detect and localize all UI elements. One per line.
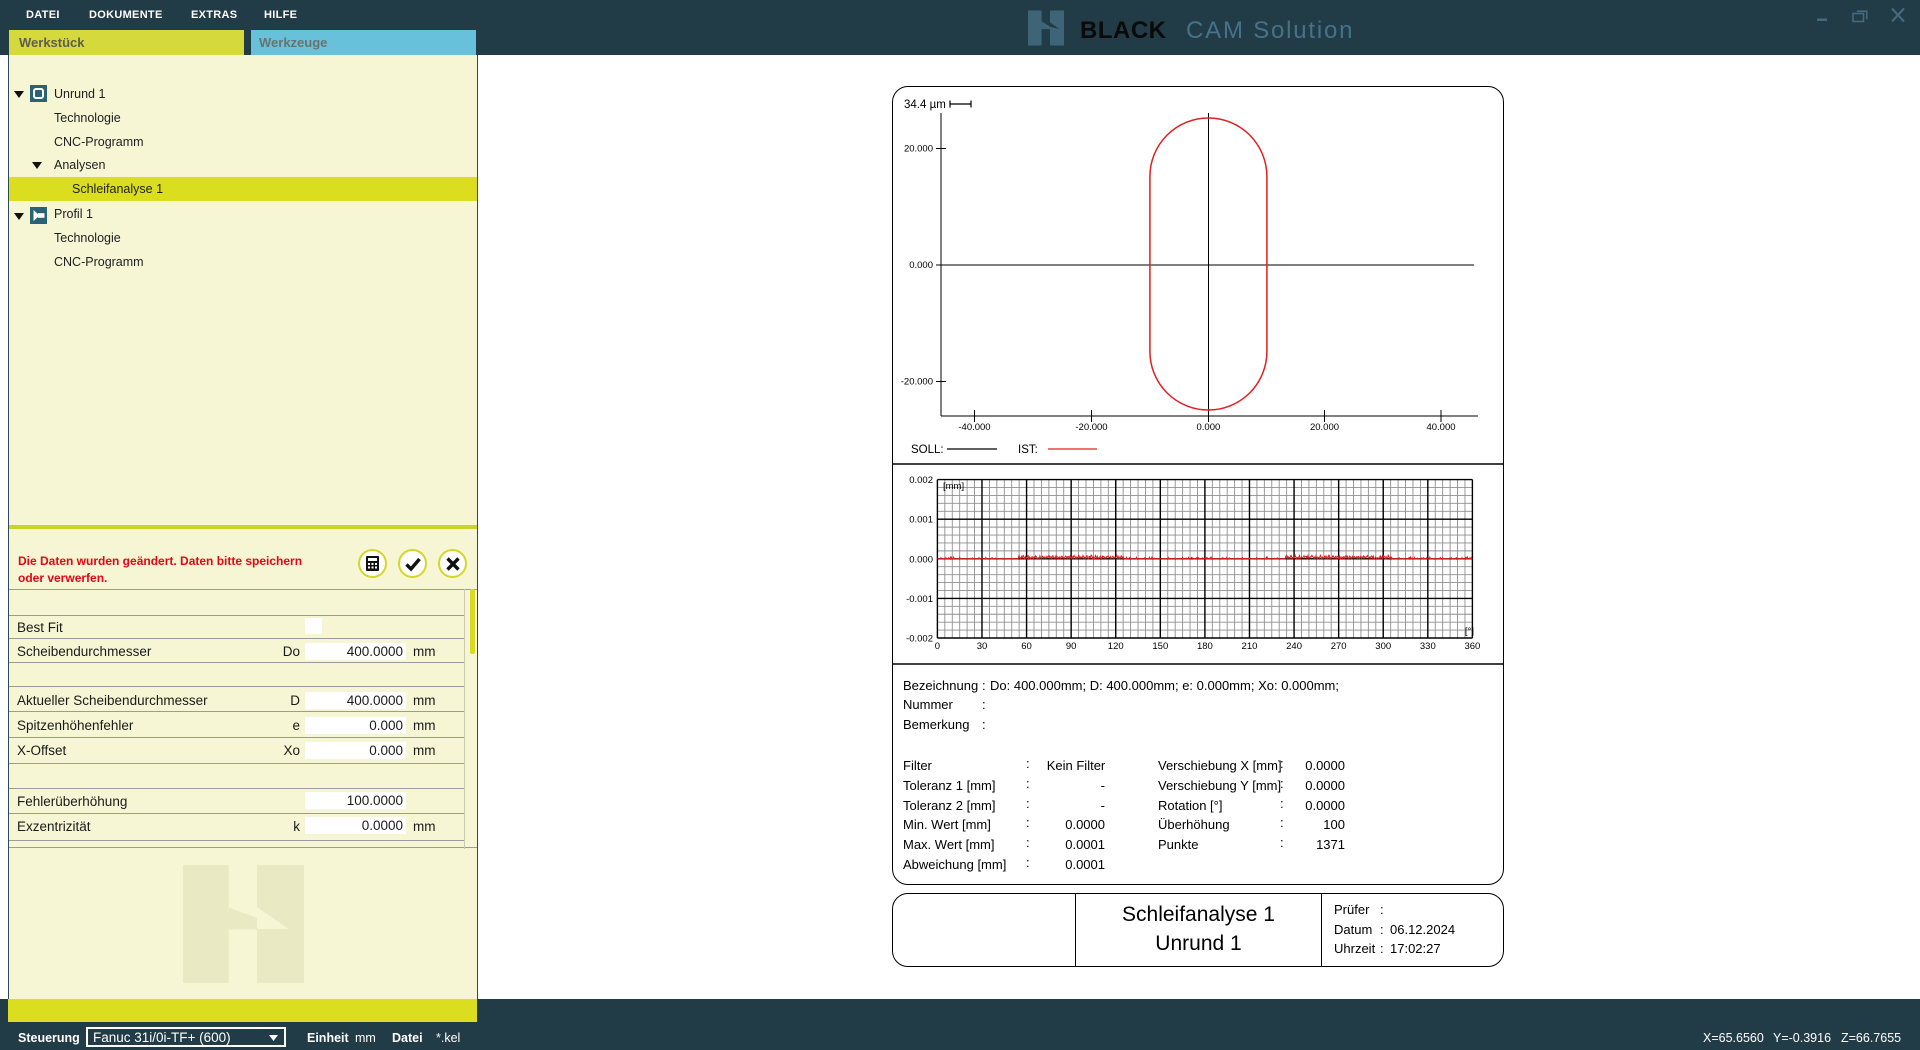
- svg-text:90: 90: [1066, 641, 1077, 652]
- svg-text:20.000: 20.000: [904, 144, 933, 155]
- svg-text:180: 180: [1197, 641, 1213, 652]
- svg-text:0.000: 0.000: [1197, 422, 1221, 433]
- svg-text:300: 300: [1375, 641, 1391, 652]
- svg-text:330: 330: [1420, 641, 1436, 652]
- svg-text:360: 360: [1464, 641, 1480, 652]
- svg-text:-0.001: -0.001: [906, 594, 933, 605]
- svg-text:240: 240: [1286, 641, 1302, 652]
- svg-text:270: 270: [1331, 641, 1347, 652]
- svg-text:20.000: 20.000: [1310, 422, 1339, 433]
- svg-text:120: 120: [1108, 641, 1124, 652]
- svg-text:-20.000: -20.000: [901, 376, 933, 387]
- svg-text:60: 60: [1021, 641, 1032, 652]
- svg-text:0.000: 0.000: [909, 260, 933, 271]
- svg-text:[mm]: [mm]: [943, 481, 964, 492]
- svg-text:-0.002: -0.002: [906, 634, 933, 645]
- svg-text:150: 150: [1152, 641, 1168, 652]
- svg-text:210: 210: [1242, 641, 1258, 652]
- svg-text:34.4 µm: 34.4 µm: [904, 99, 946, 111]
- svg-text:0.001: 0.001: [909, 515, 933, 526]
- svg-text:30: 30: [977, 641, 988, 652]
- svg-text:-40.000: -40.000: [958, 422, 990, 433]
- svg-text:IST:: IST:: [1018, 444, 1038, 456]
- svg-text:0.002: 0.002: [909, 475, 933, 486]
- svg-text:SOLL:: SOLL:: [911, 444, 944, 456]
- svg-text:-20.000: -20.000: [1075, 422, 1107, 433]
- svg-text:0.000: 0.000: [909, 554, 933, 565]
- svg-text:40.000: 40.000: [1426, 422, 1455, 433]
- svg-text:0: 0: [935, 641, 940, 652]
- svg-text:[°]: [°]: [1465, 626, 1474, 637]
